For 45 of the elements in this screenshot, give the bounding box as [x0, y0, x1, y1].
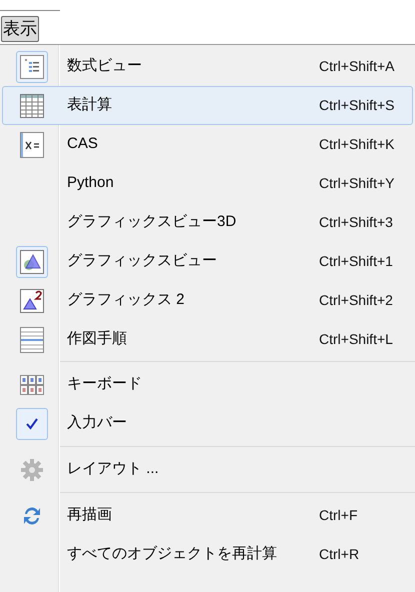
- menu-item-label: キーボード: [67, 374, 142, 394]
- menu-title[interactable]: 表示: [1, 16, 39, 42]
- shortcut-text: Ctrl+Shift+A: [319, 57, 394, 76]
- menu-item[interactable]: 数式ビュー Ctrl+Shift+A: [2, 47, 413, 86]
- x-equals-icon: [20, 132, 44, 158]
- menu-item[interactable]: 表計算 Ctrl+Shift+S: [2, 86, 413, 125]
- shortcut-text: Ctrl+Shift+3: [319, 213, 393, 232]
- menu-item[interactable]: 入力バー: [2, 404, 413, 443]
- spreadsheet-icon: [20, 94, 44, 118]
- shortcut-text: Ctrl+Shift+K: [319, 135, 394, 154]
- menu-item[interactable]: CAS Ctrl+Shift+K: [2, 125, 413, 164]
- menu-item-label: 入力バー: [67, 413, 127, 434]
- gear-icon: [21, 458, 43, 480]
- menu-item-label: 数式ビュー: [67, 56, 142, 76]
- checkmark-icon: [25, 416, 39, 430]
- menu-item-label: 表計算: [67, 95, 112, 116]
- menu-item-label: 再描画: [67, 505, 112, 526]
- refresh-icon: [22, 504, 42, 526]
- menu-item[interactable]: 作図手順 Ctrl+Shift+L: [2, 320, 413, 359]
- menu-item[interactable]: Python Ctrl+Shift+Y: [2, 164, 413, 203]
- lines-icon: [20, 326, 44, 352]
- menu-item-label: グラフィックスビュー: [67, 251, 217, 272]
- shortcut-text: Ctrl+Shift+1: [319, 252, 393, 271]
- menu-item-label: Python: [67, 173, 114, 194]
- menu-item[interactable]: すべてのオブジェクトを再計算 Ctrl+R: [2, 535, 413, 574]
- shortcut-text: Ctrl+Shift+2: [319, 291, 393, 310]
- menu-item[interactable]: グラフィックスビュー3D Ctrl+Shift+3: [2, 203, 413, 242]
- menu-item-label: すべてのオブジェクトを再計算: [67, 544, 277, 564]
- menu-item-label: グラフィックス 2: [67, 290, 185, 310]
- shortcut-text: Ctrl+Shift+L: [319, 330, 393, 349]
- shortcut-text: Ctrl+Shift+Y: [319, 174, 394, 193]
- menu-item-label: レイアウト ...: [67, 459, 159, 480]
- shortcut-text: Ctrl+R: [319, 545, 360, 564]
- menu-item[interactable]: キーボード: [2, 365, 413, 404]
- shortcut-text: Ctrl+F: [319, 506, 358, 525]
- keyboard-icon: [20, 374, 44, 394]
- shortcut-text: Ctrl+Shift+S: [319, 96, 394, 115]
- menu-item-label: グラフィックスビュー3D: [67, 212, 236, 232]
- menu-item-label: 作図手順: [67, 329, 127, 350]
- menu-item[interactable]: グラフィックス 2 Ctrl+Shift+2: [2, 281, 413, 320]
- menu-item-label: CAS: [67, 134, 98, 154]
- menu-item[interactable]: 再描画 Ctrl+F: [2, 496, 413, 535]
- triangle-squared-icon: [20, 288, 44, 312]
- menu-item[interactable]: グラフィックスビュー Ctrl+Shift+1: [2, 242, 413, 281]
- menu-item[interactable]: レイアウト ...: [2, 450, 413, 489]
